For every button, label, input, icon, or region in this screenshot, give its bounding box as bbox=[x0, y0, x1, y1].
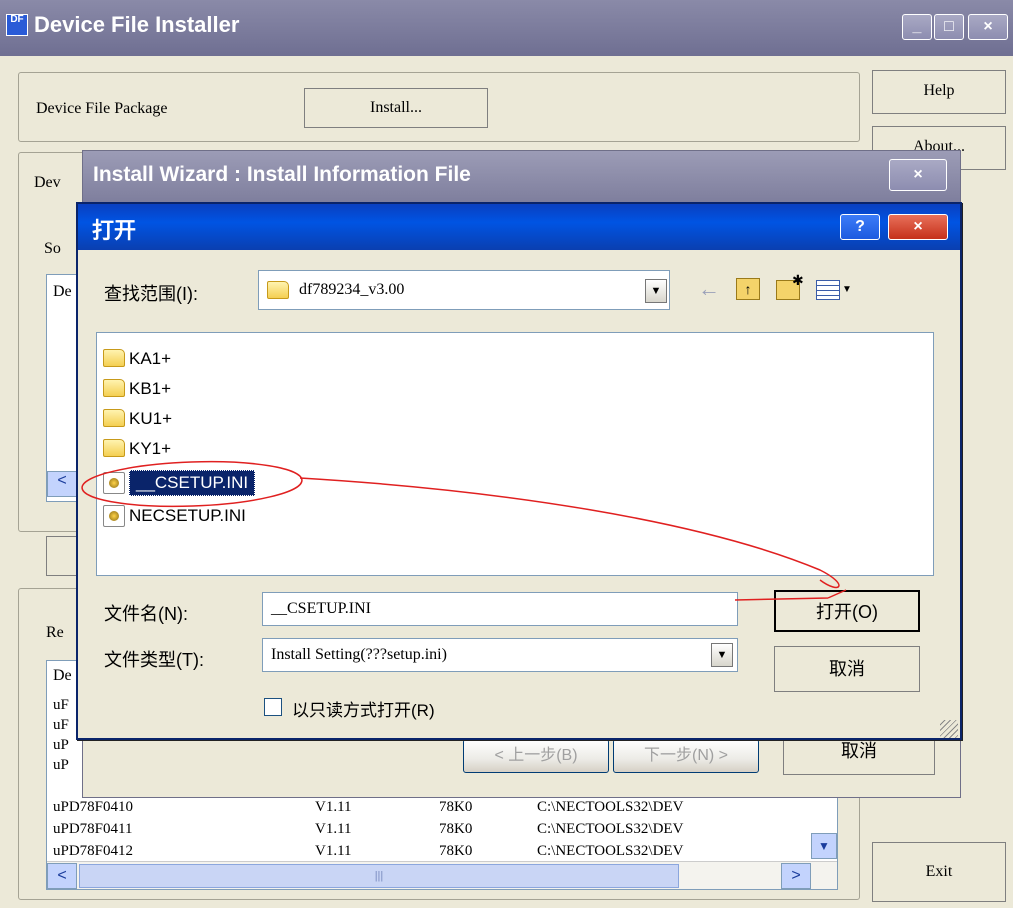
highlight-ellipse bbox=[81, 460, 303, 508]
arrow-line bbox=[299, 477, 840, 589]
annotation-overlay bbox=[81, 460, 847, 601]
arrow-tail bbox=[734, 589, 847, 601]
